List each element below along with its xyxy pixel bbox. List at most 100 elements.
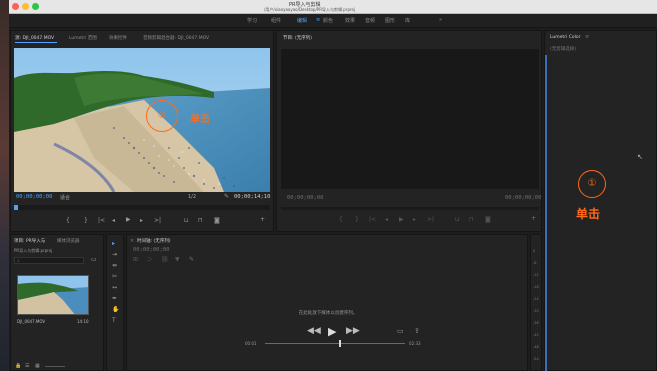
timeline-close-icon[interactable]: × bbox=[130, 238, 134, 244]
timeline-progress-handle[interactable] bbox=[339, 340, 341, 347]
snap-icon[interactable]: ⊃ bbox=[147, 257, 152, 263]
workspace-learn[interactable]: 学习 bbox=[247, 17, 257, 24]
timeline-progress-track[interactable] bbox=[265, 340, 405, 347]
insert-icon[interactable]: ⊔ bbox=[184, 218, 189, 224]
pen-tool-icon[interactable]: ✒ bbox=[112, 296, 117, 302]
new-bin-icon[interactable]: ▭ bbox=[91, 257, 97, 263]
lift-icon[interactable]: ⊔ bbox=[455, 217, 460, 223]
list-view-icon[interactable]: ☰ bbox=[25, 364, 29, 369]
meter-label: -30 bbox=[533, 309, 539, 313]
lumetri-menu-icon[interactable]: ≡ bbox=[585, 34, 589, 40]
zoom-slider[interactable] bbox=[45, 366, 65, 367]
workspace-editing[interactable]: 编辑 bbox=[297, 17, 307, 24]
tab-source[interactable]: 源: DJI_0047.MOV bbox=[15, 35, 54, 41]
program-play-icon[interactable]: ▶ bbox=[399, 217, 404, 223]
workspace-color[interactable]: 颜色 bbox=[323, 17, 333, 24]
project-panel: 项目: PR导入与 媒体浏览器 PR导入与剪辑.prproj ⌕ ▭ DJI_0… bbox=[10, 234, 104, 371]
nest-icon[interactable]: ⊞ bbox=[133, 257, 138, 263]
razor-tool-icon[interactable]: ✂ bbox=[112, 274, 117, 280]
program-step-forward-icon[interactable]: ▸ bbox=[413, 217, 416, 223]
tab-effect-controls[interactable]: 效果控件 bbox=[109, 35, 127, 41]
program-mark-out-icon[interactable]: } bbox=[355, 217, 359, 223]
fast-forward-icon[interactable]: ▶▶ bbox=[346, 327, 360, 336]
linked-selection-icon[interactable]: ⛓ bbox=[161, 257, 169, 263]
meter-label: -48 bbox=[533, 345, 539, 349]
source-video-frame[interactable] bbox=[14, 48, 270, 192]
slip-tool-icon[interactable]: ↔ bbox=[112, 285, 117, 291]
lock-icon[interactable]: 🔒 bbox=[15, 364, 21, 369]
tab-lumetri-color[interactable]: Lumetri Color bbox=[550, 35, 580, 40]
resolution-dropdown[interactable]: 1/2 bbox=[188, 194, 196, 200]
program-add-button-icon[interactable]: + bbox=[531, 216, 536, 222]
workspace-libraries[interactable]: 库 bbox=[405, 17, 410, 24]
mark-out-icon[interactable]: } bbox=[84, 218, 88, 224]
timeline-time-end: 02:33 bbox=[409, 341, 421, 346]
minimize-window-button[interactable] bbox=[22, 3, 29, 10]
desktop-background bbox=[0, 0, 9, 371]
tab-audio-clip-mixer[interactable]: 音频剪辑混合器: DJI_0047.MOV bbox=[143, 35, 209, 41]
clip-duration: 14:10 bbox=[77, 319, 89, 324]
workspace-audio[interactable]: 音频 bbox=[365, 17, 375, 24]
rewind-icon[interactable]: ◀◀ bbox=[307, 327, 321, 336]
share-icon[interactable]: ⇪ bbox=[414, 328, 420, 335]
airplay-icon[interactable]: ▭ bbox=[397, 328, 404, 335]
fit-dropdown[interactable]: 适合 bbox=[60, 194, 70, 201]
timeline-playback-controls: ◀◀ ▶ ▶▶ ▭ ⇪ bbox=[127, 325, 529, 341]
tab-project[interactable]: 项目: PR导入与 bbox=[14, 238, 45, 244]
program-scrub-bar[interactable] bbox=[281, 207, 539, 210]
project-search-input[interactable]: ⌕ bbox=[14, 257, 84, 264]
audio-meter-panel: 0 -6 -12 -18 -24 -30 -36 -42 -48 -54 bbox=[530, 234, 542, 371]
tools-panel: ▸ ⇥ ⇹ ✂ ↔ ✒ ✋ T bbox=[106, 234, 124, 371]
meter-label: -36 bbox=[533, 321, 539, 325]
clip-thumbnail[interactable] bbox=[17, 275, 89, 315]
program-viewer[interactable] bbox=[281, 49, 539, 189]
workspace-assembly[interactable]: 组件 bbox=[271, 17, 281, 24]
add-marker-icon[interactable]: ▼ bbox=[175, 257, 180, 263]
callout-2-circle: ② bbox=[146, 100, 178, 132]
timeline-settings-icon[interactable]: ✎ bbox=[189, 257, 194, 263]
extract-icon[interactable]: ⊓ bbox=[469, 217, 474, 223]
program-export-frame-icon[interactable]: ◙ bbox=[485, 217, 491, 223]
wrench-icon[interactable]: ✎ bbox=[224, 194, 229, 200]
tab-timeline[interactable]: 时间轴: (无序列) bbox=[137, 238, 170, 244]
go-to-out-icon[interactable]: >| bbox=[154, 218, 161, 224]
hand-tool-icon[interactable]: ✋ bbox=[112, 307, 119, 313]
program-go-to-out-icon[interactable]: >| bbox=[427, 217, 434, 223]
type-tool-icon[interactable]: T bbox=[112, 318, 116, 324]
close-window-button[interactable] bbox=[12, 3, 19, 10]
meter-label: -24 bbox=[533, 297, 539, 301]
tab-lumetri-scopes[interactable]: Lumetri 范围 bbox=[69, 35, 97, 41]
source-timecode-in[interactable]: 00;00;00;00 bbox=[16, 194, 52, 200]
source-scrub-bar[interactable] bbox=[14, 205, 270, 210]
workspace-graphics[interactable]: 图形 bbox=[385, 17, 395, 24]
step-back-icon[interactable]: ◂ bbox=[112, 218, 115, 224]
source-timecode-duration: 00;00;14;10 bbox=[234, 194, 271, 200]
timeline-toolbar: ⊞ ⊃ ⛓ ▼ ✎ bbox=[133, 257, 213, 265]
step-forward-icon[interactable]: ▸ bbox=[140, 218, 143, 224]
clip-name: DJI_0047.MOV bbox=[17, 319, 46, 324]
add-button-icon[interactable]: + bbox=[260, 217, 265, 223]
ripple-edit-tool-icon[interactable]: ⇹ bbox=[112, 263, 117, 269]
tab-media-browser[interactable]: 媒体浏览器 bbox=[57, 238, 80, 244]
more-workspaces-icon[interactable]: » bbox=[439, 17, 442, 23]
mark-in-icon[interactable]: { bbox=[66, 218, 70, 224]
program-timecode-left[interactable]: 00;00;00;00 bbox=[287, 195, 323, 201]
timeline-timecode[interactable]: 00;00;00;00 bbox=[133, 247, 169, 253]
icon-view-icon[interactable]: ▦ bbox=[35, 364, 40, 369]
timeline-play-icon[interactable]: ▶ bbox=[328, 326, 336, 337]
export-frame-icon[interactable]: ◙ bbox=[214, 218, 220, 224]
program-step-back-icon[interactable]: ◂ bbox=[385, 217, 388, 223]
track-select-tool-icon[interactable]: ⇥ bbox=[112, 252, 117, 258]
beach-aerial-image bbox=[14, 48, 270, 192]
zoom-window-button[interactable] bbox=[32, 3, 39, 10]
workspace-effects[interactable]: 效果 bbox=[345, 17, 355, 24]
go-to-in-icon[interactable]: |< bbox=[98, 218, 105, 224]
source-playhead[interactable] bbox=[14, 205, 18, 210]
overwrite-icon[interactable]: ⊓ bbox=[198, 218, 203, 224]
selection-tool-icon[interactable]: ▸ bbox=[112, 241, 115, 247]
tab-program[interactable]: 节目: (无序列) bbox=[283, 35, 312, 41]
workspace-menu-icon[interactable]: ≡ bbox=[316, 17, 320, 23]
program-go-to-in-icon[interactable]: |< bbox=[369, 217, 376, 223]
play-icon[interactable]: ▶ bbox=[126, 217, 131, 223]
program-mark-in-icon[interactable]: { bbox=[339, 217, 343, 223]
